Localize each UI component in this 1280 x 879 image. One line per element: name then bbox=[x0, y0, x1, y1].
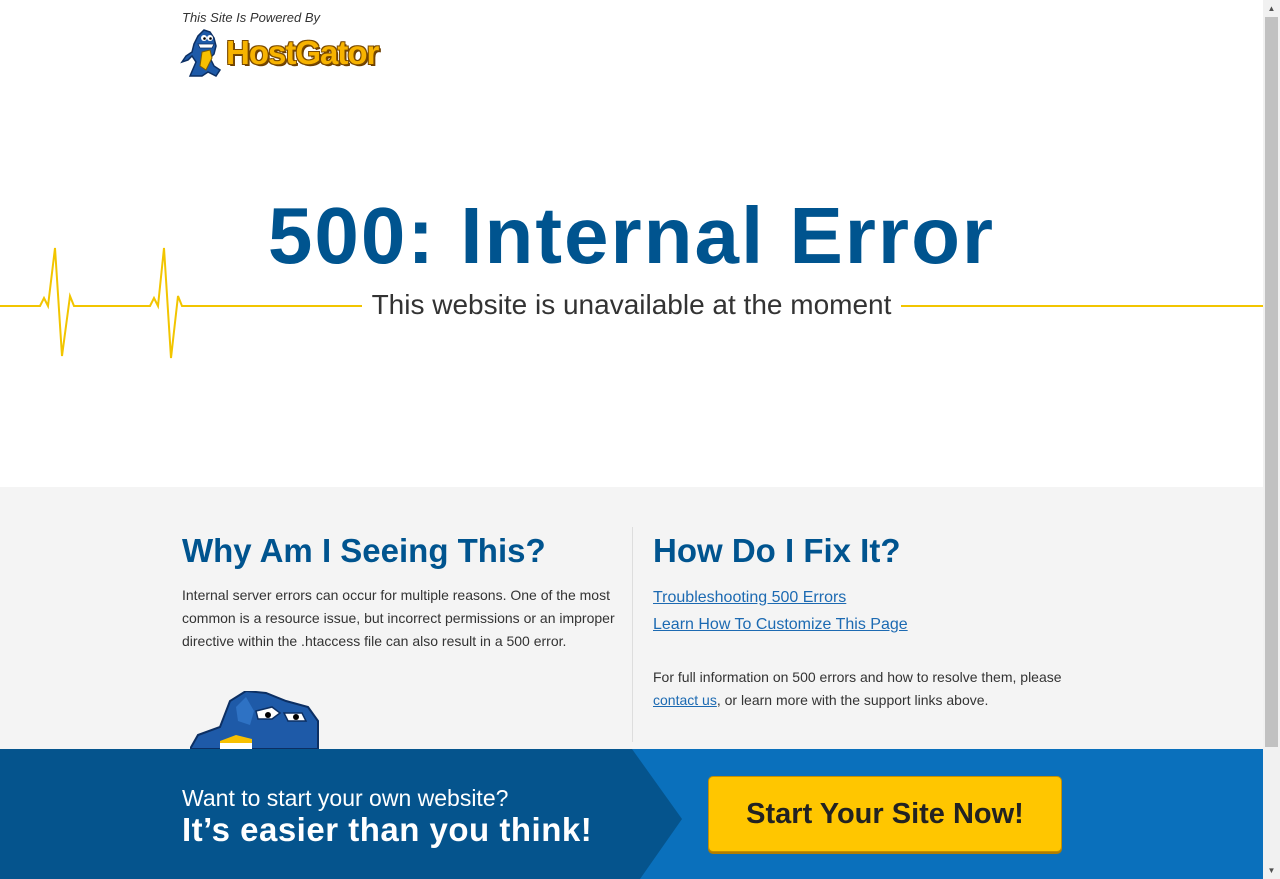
scroll-down-arrow-icon[interactable]: ▼ bbox=[1263, 862, 1280, 879]
scrollbar-thumb[interactable] bbox=[1265, 17, 1278, 747]
cta-banner: Want to start your own website? It’s eas… bbox=[0, 749, 1263, 879]
gator-mascot-peek-icon bbox=[190, 691, 319, 749]
fix-info-before: For full information on 500 errors and h… bbox=[653, 669, 1062, 685]
why-column: Why Am I Seeing This? Internal server er… bbox=[182, 532, 617, 653]
why-body: Internal server errors can occur for mul… bbox=[182, 587, 615, 649]
error-subtitle: This website is unavailable at the momen… bbox=[361, 289, 902, 320]
fix-info: For full information on 500 errors and h… bbox=[653, 666, 1073, 712]
gator-mascot-icon bbox=[180, 29, 222, 77]
powered-by-text: This Site Is Powered By bbox=[182, 10, 320, 25]
troubleshooting-link[interactable]: Troubleshooting 500 Errors bbox=[653, 584, 1073, 611]
customize-page-link[interactable]: Learn How To Customize This Page bbox=[653, 611, 1073, 638]
column-divider bbox=[632, 527, 633, 742]
start-your-site-button[interactable]: Start Your Site Now! bbox=[708, 776, 1062, 852]
page: This Site Is Powered By HostGator 500: I… bbox=[0, 0, 1263, 879]
fix-info-after: , or learn more with the support links a… bbox=[716, 692, 989, 708]
cta-tagline: Want to start your own website? bbox=[182, 785, 509, 811]
fix-column: How Do I Fix It? Troubleshooting 500 Err… bbox=[653, 532, 1073, 712]
cta-headline: It’s easier than you think! bbox=[182, 811, 593, 848]
contact-us-link[interactable]: contact us bbox=[653, 692, 717, 708]
vertical-scrollbar[interactable]: ▲ ▼ bbox=[1263, 0, 1280, 879]
logo-wordmark: HostGator bbox=[226, 34, 379, 71]
hostgator-logo[interactable]: HostGator bbox=[180, 26, 379, 80]
info-section: Why Am I Seeing This? Internal server er… bbox=[0, 487, 1263, 749]
why-title: Why Am I Seeing This? bbox=[182, 532, 546, 569]
fix-title: How Do I Fix It? bbox=[653, 532, 901, 569]
scroll-up-arrow-icon[interactable]: ▲ bbox=[1263, 0, 1280, 17]
